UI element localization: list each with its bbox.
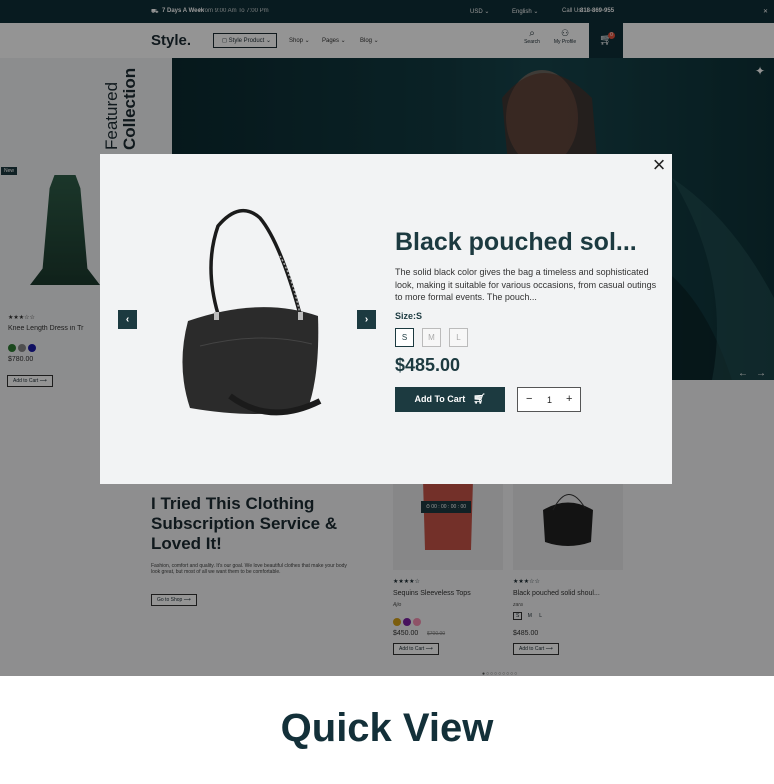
- quantity-value[interactable]: 1: [547, 395, 552, 405]
- next-image-arrow[interactable]: ›: [357, 310, 376, 329]
- size-option-s[interactable]: S: [395, 328, 414, 347]
- product-price: $485.00: [395, 355, 461, 375]
- footer-title: Quick View: [280, 706, 494, 750]
- product-image[interactable]: [160, 196, 340, 436]
- basket-icon: 🛒︎: [472, 394, 486, 405]
- plus-button[interactable]: +: [566, 393, 572, 405]
- minus-button[interactable]: −: [526, 393, 532, 405]
- size-option-m[interactable]: M: [422, 328, 441, 347]
- close-icon[interactable]: ×: [648, 154, 670, 177]
- prev-image-arrow[interactable]: ‹: [118, 310, 137, 329]
- add-to-cart-button[interactable]: Add To Cart 🛒︎: [395, 387, 505, 412]
- size-label: Size:S: [395, 311, 423, 321]
- quantity-stepper: − 1 +: [517, 387, 581, 412]
- product-title: Black pouched sol...: [395, 228, 637, 256]
- add-to-cart-label: Add To Cart: [414, 394, 466, 404]
- size-option-l[interactable]: L: [449, 328, 468, 347]
- product-description: The solid black color gives the bag a ti…: [395, 267, 657, 302]
